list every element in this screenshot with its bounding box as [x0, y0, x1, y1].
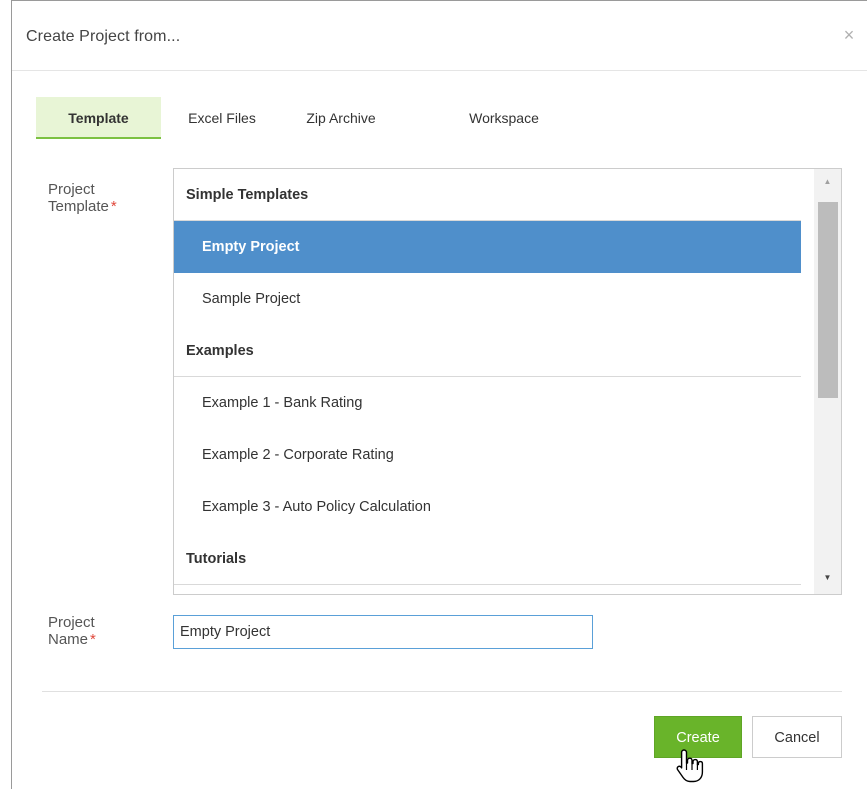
- project-name-label: Project Name *: [48, 614, 96, 648]
- template-list-items: Simple Templates Empty Project Sample Proj…: [174, 169, 801, 585]
- project-name-input[interactable]: [173, 615, 593, 649]
- tab-workspace[interactable]: Workspace: [452, 97, 556, 139]
- template-list-item[interactable]: Example 3 - Auto Policy Calculation: [174, 481, 801, 533]
- scroll-thumb[interactable]: [818, 202, 838, 398]
- tab-zip-archive[interactable]: Zip Archive: [291, 97, 391, 139]
- scroll-up-icon[interactable]: ▲: [814, 173, 841, 191]
- template-list-item[interactable]: Empty Project: [174, 221, 801, 273]
- list-group-header: Examples: [174, 325, 801, 377]
- template-list-item[interactable]: Sample Project: [174, 273, 801, 325]
- tab-template[interactable]: Template: [36, 97, 161, 139]
- close-icon[interactable]: ×: [839, 25, 859, 45]
- list-scrollbar[interactable]: ▲ ▼: [814, 169, 841, 594]
- project-name-label-line2: Name: [48, 631, 89, 648]
- tab-excel-files[interactable]: Excel Files: [181, 97, 263, 139]
- list-group-header: Simple Templates: [174, 169, 801, 221]
- required-marker: *: [90, 631, 96, 648]
- project-template-label: Project Template *: [48, 181, 117, 215]
- template-list-item[interactable]: Example 1 - Bank Rating: [174, 377, 801, 429]
- template-list-item[interactable]: Example 2 - Corporate Rating: [174, 429, 801, 481]
- scroll-down-icon[interactable]: ▼: [814, 569, 841, 587]
- project-template-label-line2: Template: [48, 198, 109, 215]
- project-template-label-line1: Project: [48, 181, 95, 198]
- footer-divider: [42, 691, 842, 692]
- dialog-header: Create Project from... ×: [12, 1, 867, 71]
- required-marker: *: [110, 198, 117, 215]
- project-name-label-line1: Project: [48, 614, 95, 631]
- create-button[interactable]: Create: [654, 716, 742, 758]
- cancel-button[interactable]: Cancel: [752, 716, 842, 758]
- create-project-dialog: Create Project from... × Template Excel …: [11, 0, 867, 789]
- dialog-title: Create Project from...: [26, 28, 181, 45]
- project-template-list[interactable]: Simple Templates Empty Project Sample Proj…: [173, 168, 842, 595]
- list-group-header: Tutorials: [174, 533, 801, 585]
